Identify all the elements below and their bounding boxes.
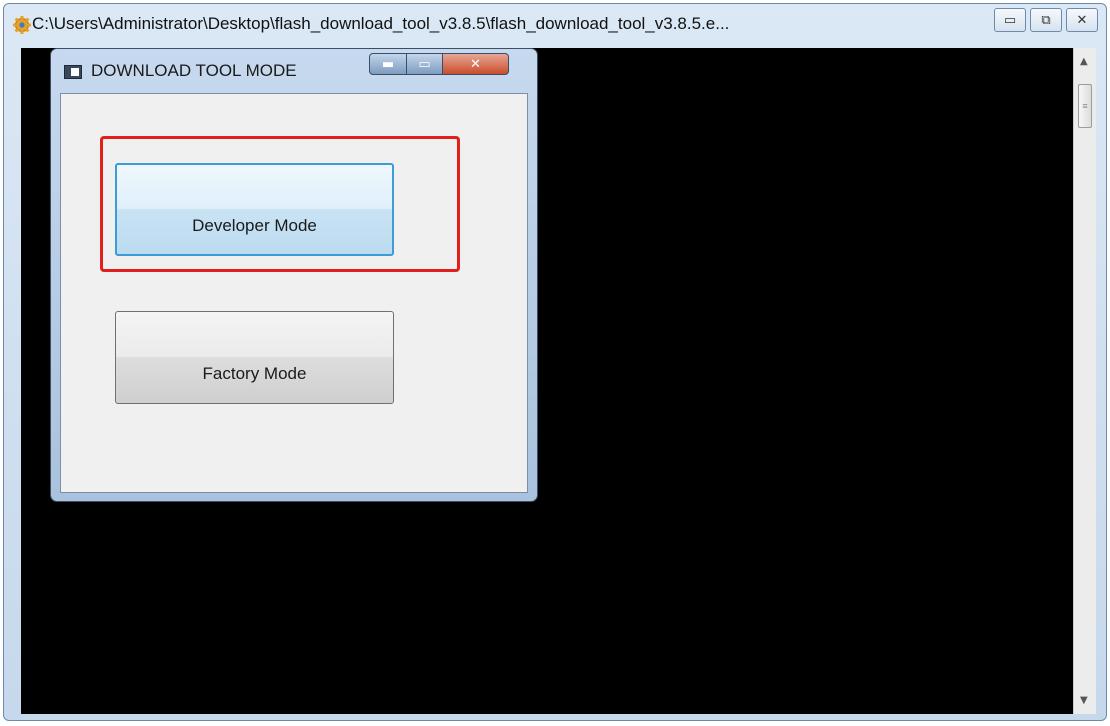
dialog-close-button[interactable]: ✕: [443, 53, 509, 75]
developer-mode-button[interactable]: Developer Mode: [115, 163, 394, 256]
developer-mode-label: Developer Mode: [192, 215, 317, 235]
gear-icon: [13, 16, 31, 34]
scroll-down-arrow-icon[interactable]: ▼: [1080, 695, 1088, 706]
scroll-up-arrow-icon[interactable]: ▲: [1080, 56, 1088, 67]
factory-mode-button[interactable]: Factory Mode: [115, 311, 394, 404]
console-window-title: C:\Users\Administrator\Desktop\flash_dow…: [32, 14, 730, 33]
close-button[interactable]: ✕: [1066, 8, 1098, 32]
grip-icon: ≡: [1082, 101, 1088, 111]
window-icon: [64, 65, 82, 79]
vertical-scrollbar[interactable]: ▲ ≡ ▼: [1073, 48, 1096, 714]
maximize-button[interactable]: ⧉: [1030, 8, 1062, 32]
dialog-body: Developer Mode Factory Mode: [60, 93, 528, 493]
dialog-title: DOWNLOAD TOOL MODE: [91, 61, 297, 80]
console-window-controls: ▭ ⧉ ✕: [994, 8, 1098, 32]
dialog-minimize-button[interactable]: ▬: [369, 53, 407, 75]
download-tool-mode-dialog: DOWNLOAD TOOL MODE ▬ ▭ ✕ Developer Mode …: [50, 48, 538, 502]
dialog-maximize-button[interactable]: ▭: [407, 53, 443, 75]
scrollbar-thumb[interactable]: ≡: [1078, 84, 1092, 128]
factory-mode-label: Factory Mode: [202, 363, 307, 383]
dialog-controls: ▬ ▭ ✕: [369, 53, 509, 75]
minimize-button[interactable]: ▭: [994, 8, 1026, 32]
